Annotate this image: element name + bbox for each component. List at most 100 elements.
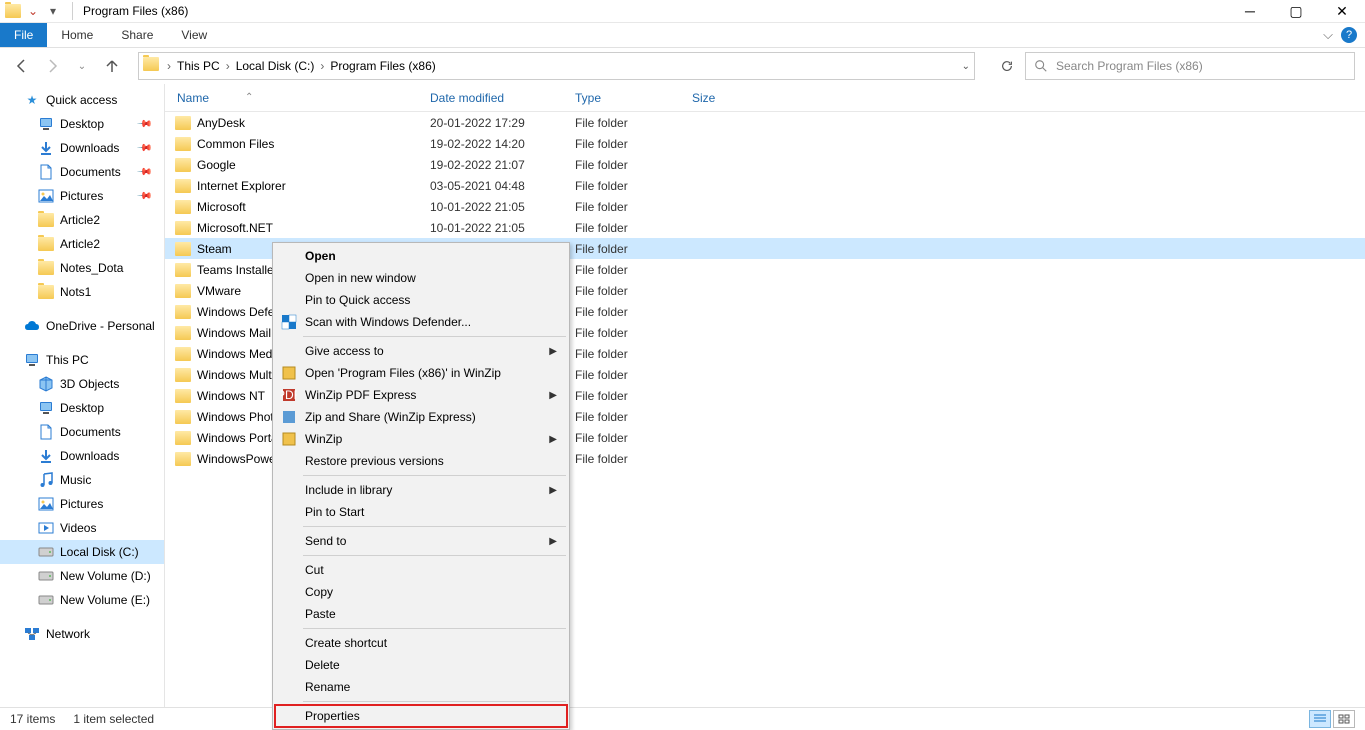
ribbon-expand-icon[interactable]: ⌵ [1323, 27, 1333, 43]
sidebar-this-pc[interactable]: This PC [0, 348, 164, 372]
cm-copy[interactable]: Copy [275, 581, 567, 603]
cm-restore-previous[interactable]: Restore previous versions [275, 450, 567, 472]
recent-locations-icon[interactable]: ⌄ [70, 54, 94, 78]
back-button[interactable] [10, 54, 34, 78]
sidebar-item-desktop[interactable]: Desktop [0, 396, 164, 420]
sidebar-onedrive[interactable]: OneDrive - Personal [0, 314, 164, 338]
folder-icon [175, 326, 191, 340]
chevron-right-icon: ▶ [549, 536, 557, 547]
column-size[interactable]: Size [692, 91, 772, 105]
sidebar-item-videos[interactable]: Videos [0, 516, 164, 540]
cm-properties[interactable]: Properties [275, 705, 567, 727]
folder-icon [175, 221, 191, 235]
separator [303, 336, 566, 337]
column-type[interactable]: Type [575, 91, 692, 105]
music-icon [38, 472, 54, 488]
sidebar-item-documents[interactable]: Documents [0, 420, 164, 444]
minimize-button[interactable]: ─ [1227, 0, 1273, 23]
view-large-icons-button[interactable] [1333, 710, 1355, 728]
sidebar-network[interactable]: Network [0, 622, 164, 646]
sidebar-item-pictures[interactable]: Pictures📌 [0, 184, 164, 208]
folder-icon [143, 57, 161, 75]
sidebar-item-notes_dota[interactable]: Notes_Dota [0, 256, 164, 280]
file-type: File folder [575, 242, 692, 256]
up-button[interactable] [100, 54, 124, 78]
disk-icon [38, 544, 54, 560]
sidebar-item-article2[interactable]: Article2 [0, 232, 164, 256]
view-details-button[interactable] [1309, 710, 1331, 728]
cm-include-library[interactable]: Include in library▶ [275, 479, 567, 501]
column-name[interactable]: Name⌃ [175, 91, 430, 105]
sidebar-item-music[interactable]: Music [0, 468, 164, 492]
folder-icon [175, 431, 191, 445]
file-row[interactable]: AnyDesk20-01-2022 17:29File folder [165, 112, 1365, 133]
column-date[interactable]: Date modified [430, 91, 575, 105]
sidebar-item-nots1[interactable]: Nots1 [0, 280, 164, 304]
address-bar[interactable]: › This PC › Local Disk (C:) › Program Fi… [138, 52, 975, 80]
cm-pin-start[interactable]: Pin to Start [275, 501, 567, 523]
cm-open[interactable]: Open [275, 245, 567, 267]
sidebar-quick-access[interactable]: ★ Quick access [0, 88, 164, 112]
cm-rename[interactable]: Rename [275, 676, 567, 698]
chevron-right-icon[interactable]: › [224, 59, 232, 73]
folder-icon [38, 284, 54, 300]
search-input[interactable]: Search Program Files (x86) [1025, 52, 1355, 80]
file-name: Teams Installer [197, 263, 278, 277]
cm-delete[interactable]: Delete [275, 654, 567, 676]
cm-create-shortcut[interactable]: Create shortcut [275, 632, 567, 654]
help-icon[interactable]: ? [1341, 27, 1357, 43]
cm-give-access[interactable]: Give access to▶ [275, 340, 567, 362]
close-button[interactable]: ✕ [1319, 0, 1365, 23]
address-dropdown-icon[interactable]: ⌄ [962, 61, 970, 72]
cm-paste[interactable]: Paste [275, 603, 567, 625]
cm-open-winzip[interactable]: Open 'Program Files (x86)' in WinZip [275, 362, 567, 384]
cm-cut[interactable]: Cut [275, 559, 567, 581]
breadcrumb-item[interactable]: This PC [173, 59, 224, 73]
cm-open-new-window[interactable]: Open in new window [275, 267, 567, 289]
file-name: Google [197, 158, 236, 172]
breadcrumb-item[interactable]: Local Disk (C:) [232, 59, 319, 73]
qat-overflow-icon[interactable]: ▾ [44, 2, 62, 20]
cm-winzip-pdf[interactable]: PDF WinZip PDF Express▶ [275, 384, 567, 406]
cm-zip-share[interactable]: Zip and Share (WinZip Express) [275, 406, 567, 428]
file-row[interactable]: Internet Explorer03-05-2021 04:48File fo… [165, 175, 1365, 196]
sidebar-item-new-volume-d-[interactable]: New Volume (D:) [0, 564, 164, 588]
folder-icon [175, 242, 191, 256]
desktop-icon [38, 400, 54, 416]
file-type: File folder [575, 221, 692, 235]
tab-home[interactable]: Home [47, 23, 107, 47]
breadcrumb-item[interactable]: Program Files (x86) [326, 59, 439, 73]
file-row[interactable]: Microsoft.NET10-01-2022 21:05File folder [165, 217, 1365, 238]
sidebar-item-article2[interactable]: Article2 [0, 208, 164, 232]
chevron-right-icon[interactable]: › [165, 59, 173, 73]
file-name: Windows Mail [197, 326, 271, 340]
cm-scan-defender[interactable]: Scan with Windows Defender... [275, 311, 567, 333]
qat-dropdown-icon[interactable]: ⌄ [24, 2, 42, 20]
sidebar-item-downloads[interactable]: Downloads📌 [0, 136, 164, 160]
file-type: File folder [575, 137, 692, 151]
cm-winzip[interactable]: WinZip▶ [275, 428, 567, 450]
sidebar-item-downloads[interactable]: Downloads [0, 444, 164, 468]
sidebar-item-documents[interactable]: Documents📌 [0, 160, 164, 184]
sidebar-item-pictures[interactable]: Pictures [0, 492, 164, 516]
file-name: Microsoft [197, 200, 246, 214]
tab-file[interactable]: File [0, 23, 47, 47]
sidebar-item-local-disk-c-[interactable]: Local Disk (C:) [0, 540, 164, 564]
file-date: 19-02-2022 21:07 [430, 158, 575, 172]
cm-send-to[interactable]: Send to▶ [275, 530, 567, 552]
cm-pin-quick-access[interactable]: Pin to Quick access [275, 289, 567, 311]
sidebar-item-desktop[interactable]: Desktop📌 [0, 112, 164, 136]
sidebar-item-3d-objects[interactable]: 3D Objects [0, 372, 164, 396]
sidebar-item-new-volume-e-[interactable]: New Volume (E:) [0, 588, 164, 612]
file-row[interactable]: Common Files19-02-2022 14:20File folder [165, 133, 1365, 154]
chevron-right-icon[interactable]: › [318, 59, 326, 73]
file-row[interactable]: Google19-02-2022 21:07File folder [165, 154, 1365, 175]
disk-icon [38, 568, 54, 584]
forward-button[interactable] [40, 54, 64, 78]
maximize-button[interactable]: ▢ [1273, 0, 1319, 23]
search-placeholder: Search Program Files (x86) [1056, 59, 1203, 73]
refresh-button[interactable] [995, 54, 1019, 78]
file-row[interactable]: Microsoft10-01-2022 21:05File folder [165, 196, 1365, 217]
tab-share[interactable]: Share [107, 23, 167, 47]
tab-view[interactable]: View [167, 23, 221, 47]
